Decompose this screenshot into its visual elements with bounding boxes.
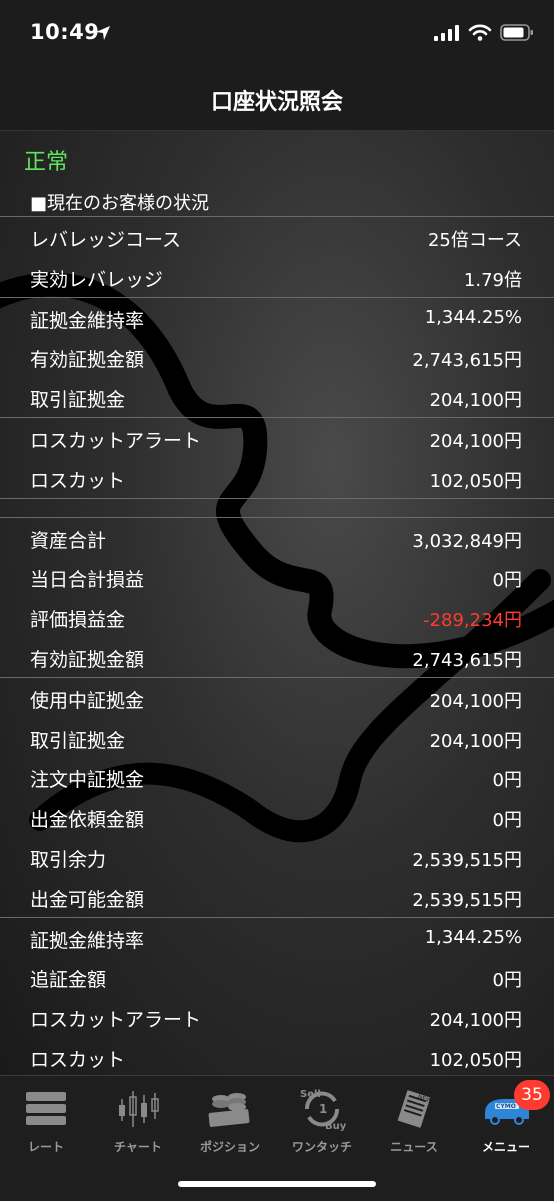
row-label: 証拠金維持率	[30, 929, 145, 952]
tab-one-touch[interactable]: Sell 1 Buy ワンタッチ	[276, 1086, 368, 1155]
list-item: 証拠金維持率 1,344.25%	[0, 298, 554, 338]
tab-rate[interactable]: レート	[0, 1086, 92, 1155]
tab-label: メニュー	[481, 1140, 530, 1154]
list-item: 使用中証拠金 204,100円	[0, 678, 554, 718]
list-item: レバレッジコース 25倍コース	[0, 217, 554, 257]
list-item: ロスカットアラート 204,100円	[0, 418, 554, 458]
tab-label: レート	[27, 1140, 64, 1154]
buy-icon-text: Buy	[325, 1121, 347, 1131]
row-value: 102,050円	[429, 470, 522, 492]
section-title: ■現在のお客様の状況	[30, 193, 210, 214]
row-label: ロスカット	[30, 469, 126, 492]
menu-notification-badge: 35	[514, 1080, 550, 1110]
row-value: 2,539,515円	[412, 889, 522, 911]
row-value: 3,032,849円	[412, 530, 522, 552]
row-label: 取引証拠金	[30, 729, 126, 752]
row-label: 注文中証拠金	[30, 769, 145, 792]
row-value: 102,050円	[429, 1049, 522, 1071]
row-label: 証拠金維持率	[30, 309, 145, 332]
page-title: 口座状況照会	[210, 90, 343, 115]
list-item: 取引証拠金 204,100円	[0, 377, 554, 417]
status-indicators	[434, 24, 534, 41]
list-item: 取引証拠金 204,100円	[0, 718, 554, 758]
cymo-icon-text: CYMO	[496, 1103, 516, 1110]
row-label: 実効レバレッジ	[30, 268, 164, 291]
tab-chart[interactable]: チャート	[92, 1086, 184, 1155]
row-label: 当日合計損益	[30, 569, 145, 592]
list-item: 有効証拠金額 2,743,615円	[0, 637, 554, 677]
row-value: 0円	[492, 810, 522, 832]
one-icon-text: 1	[319, 1102, 327, 1116]
row-value: 2,539,515円	[412, 849, 522, 871]
row-value: 1,344.25%	[424, 306, 522, 328]
server-stack-icon	[26, 1092, 66, 1125]
navigation-bar: 口座状況照会	[0, 66, 554, 131]
row-label: 取引余力	[30, 848, 107, 871]
location-arrow-icon	[96, 26, 110, 40]
row-value: 0円	[492, 570, 522, 592]
list-item: 出金依頼金額 0円	[0, 797, 554, 837]
newspaper-icon: NEWS	[397, 1090, 434, 1128]
tab-position[interactable]: ポジション	[184, 1086, 276, 1155]
row-label: 有効証拠金額	[30, 648, 145, 671]
row-label: 出金依頼金額	[30, 809, 145, 832]
row-label: ロスカットアラート	[30, 1009, 202, 1032]
list-item: 出金可能金額 2,539,515円	[0, 877, 554, 917]
row-value: 1.79倍	[463, 269, 522, 291]
row-value: 204,100円	[429, 690, 522, 712]
row-value: 0円	[492, 770, 522, 792]
row-label: レバレッジコース	[30, 229, 182, 251]
list-item: 実効レバレッジ 1.79倍	[0, 257, 554, 297]
row-value-negative: -289,234円	[423, 610, 522, 632]
row-label: 評価損益金	[30, 609, 126, 632]
row-value: 204,100円	[429, 430, 522, 452]
list-item: 当日合計損益 0円	[0, 557, 554, 597]
status-time: 10:49	[30, 20, 100, 44]
coins-money-icon	[208, 1093, 250, 1127]
row-label: 追証金額	[30, 969, 107, 992]
tab-label: ポジション	[199, 1140, 260, 1154]
row-value: 204,100円	[429, 390, 522, 412]
row-label: ロスカット	[30, 1048, 126, 1071]
list-item: ロスカット 102,050円	[0, 458, 554, 498]
battery-icon	[500, 24, 533, 41]
status-bar: 10:49	[0, 0, 554, 66]
account-status-content: 正常 ■現在のお客様の状況 レバレッジコース 25倍コース 実効レバレッジ 1.…	[0, 130, 554, 1078]
candlestick-chart-icon	[119, 1091, 159, 1127]
row-value: 25倍コース	[427, 230, 522, 251]
account-details-list: レバレッジコース 25倍コース 実効レバレッジ 1.79倍 証拠金維持率 1,3…	[0, 216, 554, 1078]
list-item: ロスカット 102,050円	[0, 1037, 554, 1077]
tab-label: ニュース	[390, 1140, 438, 1154]
sell-buy-icon: Sell 1 Buy	[300, 1089, 347, 1131]
list-item: 評価損益金 -289,234円	[0, 597, 554, 637]
row-value: 204,100円	[429, 730, 522, 752]
list-item: 追証金額 0円	[0, 957, 554, 997]
row-label: 出金可能金額	[30, 888, 145, 911]
row-value: 0円	[492, 970, 522, 992]
row-value: 1,344.25%	[424, 926, 522, 948]
row-value: 204,100円	[429, 1010, 522, 1032]
wifi-icon	[468, 24, 492, 41]
account-status-label: 正常	[24, 150, 69, 175]
row-label: 有効証拠金額	[30, 349, 145, 372]
cellular-signal-icon	[434, 24, 459, 41]
tab-news[interactable]: NEWS ニュース	[368, 1086, 460, 1155]
tab-label: チャート	[114, 1140, 162, 1154]
list-item: 注文中証拠金 0円	[0, 757, 554, 797]
home-indicator[interactable]	[178, 1181, 376, 1187]
row-label: 使用中証拠金	[30, 689, 145, 712]
sell-icon-text: Sell	[300, 1089, 321, 1100]
row-value: 2,743,615円	[412, 350, 522, 372]
row-label: 資産合計	[30, 529, 107, 552]
row-label: ロスカットアラート	[30, 429, 202, 452]
list-item: 証拠金維持率 1,344.25%	[0, 918, 554, 958]
list-item: ロスカットアラート 204,100円	[0, 997, 554, 1037]
row-value: 2,743,615円	[412, 649, 522, 671]
list-item: 資産合計 3,032,849円	[0, 518, 554, 558]
section-spacer	[0, 499, 554, 518]
tab-label: ワンタッチ	[291, 1140, 352, 1154]
list-item: 取引余力 2,539,515円	[0, 837, 554, 877]
list-item: 有効証拠金額 2,743,615円	[0, 337, 554, 377]
row-label: 取引証拠金	[30, 389, 126, 412]
